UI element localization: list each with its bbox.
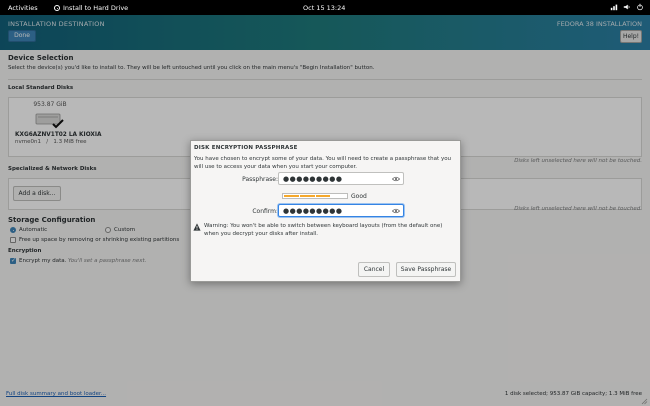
app-name: Install to Hard Drive: [63, 4, 129, 12]
dialog-title: DISK ENCRYPTION PASSPHRASE: [194, 145, 298, 151]
eye-icon[interactable]: [392, 208, 400, 214]
passphrase-value: ●●●●●●●●●: [283, 175, 343, 183]
system-tray[interactable]: [610, 3, 644, 11]
passphrase-strength-label: Good: [351, 193, 367, 200]
confirm-label: Confirm:: [252, 208, 278, 215]
keyboard-layout-warning: Warning: You won't be able to switch bet…: [204, 223, 443, 237]
cancel-button[interactable]: Cancel: [358, 262, 390, 277]
volume-icon: [623, 4, 630, 10]
confirm-value: ●●●●●●●●●: [283, 207, 343, 215]
eye-icon[interactable]: [392, 176, 400, 182]
strength-segment: [331, 195, 346, 197]
strength-segment: [299, 195, 315, 197]
dialog-description: You have chosen to encrypt some of your …: [194, 156, 452, 170]
passphrase-input[interactable]: ●●●●●●●●●: [278, 172, 404, 185]
activities-button[interactable]: Activities: [8, 4, 38, 12]
app-icon: [54, 5, 60, 11]
clock[interactable]: Oct 15 13:24: [303, 4, 345, 12]
top-bar: Activities Install to Hard Drive Oct 15 …: [0, 0, 650, 15]
network-icon: [610, 4, 618, 11]
confirm-input[interactable]: ●●●●●●●●●: [278, 204, 404, 217]
strength-segment: [315, 195, 331, 197]
passphrase-strength-meter: [282, 193, 348, 199]
app-menu[interactable]: Install to Hard Drive: [54, 4, 128, 12]
power-icon: [637, 3, 643, 11]
passphrase-label: Passphrase:: [242, 176, 278, 183]
warning-icon: [193, 223, 201, 231]
save-passphrase-button[interactable]: Save Passphrase: [396, 262, 456, 277]
strength-segment: [284, 195, 299, 197]
